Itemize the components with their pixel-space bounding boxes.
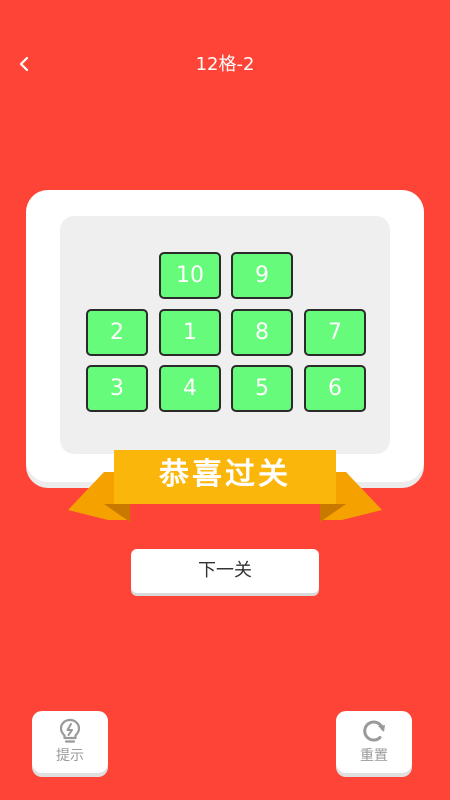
refresh-icon bbox=[363, 720, 385, 742]
lightbulb-icon bbox=[59, 718, 81, 743]
puzzle-tile[interactable]: 8 bbox=[231, 309, 293, 356]
puzzle-tile[interactable]: 9 bbox=[231, 252, 293, 299]
next-level-button[interactable]: 下一关 bbox=[131, 549, 319, 593]
hint-button[interactable]: 提示 bbox=[32, 711, 108, 773]
puzzle-tile[interactable]: 4 bbox=[159, 365, 221, 412]
puzzle-tile[interactable]: 6 bbox=[304, 365, 366, 412]
puzzle-tile[interactable]: 1 bbox=[159, 309, 221, 356]
puzzle-tile[interactable]: 10 bbox=[159, 252, 221, 299]
puzzle-tile[interactable]: 7 bbox=[304, 309, 366, 356]
hint-label: 提示 bbox=[56, 748, 84, 764]
puzzle-tile[interactable]: 3 bbox=[86, 365, 148, 412]
success-banner-text: 恭喜过关 bbox=[159, 457, 291, 492]
puzzle-tile[interactable]: 2 bbox=[86, 309, 148, 356]
puzzle-tile[interactable]: 5 bbox=[231, 365, 293, 412]
reset-label: 重置 bbox=[360, 748, 388, 764]
reset-button[interactable]: 重置 bbox=[336, 711, 412, 773]
level-title: 12格-2 bbox=[195, 54, 255, 75]
